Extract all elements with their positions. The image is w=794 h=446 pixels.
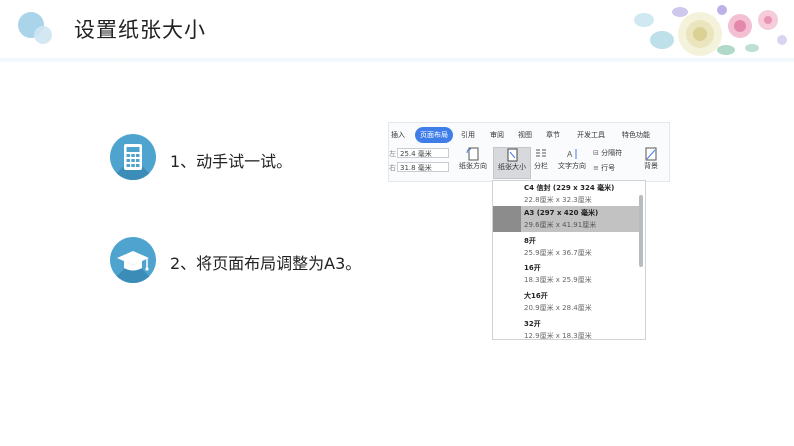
tab-view[interactable]: 视图 xyxy=(518,127,532,143)
paper-size-option-32k[interactable]: 32开 12.9厘米 x 18.3厘米 xyxy=(493,317,639,340)
calculator-icon xyxy=(124,144,142,170)
tab-page-layout[interactable]: 页面布局 xyxy=(415,127,453,143)
tab-insert[interactable]: 插入 xyxy=(391,127,405,143)
columns-icon xyxy=(536,149,546,157)
option-name: 16开 xyxy=(524,264,541,272)
paper-size-option-large-16k[interactable]: 大16开 20.9厘米 x 28.4厘米 xyxy=(493,289,639,315)
page-orientation-icon xyxy=(466,147,479,161)
selection-swatch xyxy=(493,206,521,232)
step-2-text: 2、将页面布局调整为A3。 xyxy=(170,254,362,273)
option-name: 8开 xyxy=(524,237,536,245)
background-label: 背景 xyxy=(644,162,658,170)
page-background-icon xyxy=(645,147,657,161)
option-size: 22.8厘米 x 32.3厘米 xyxy=(524,196,592,204)
margin-right-label: 右 xyxy=(389,164,396,172)
paper-size-option-c4[interactable]: C4 信封 (229 x 324 毫米) 22.8厘米 x 32.3厘米 xyxy=(493,181,639,207)
svg-text:A: A xyxy=(567,150,573,159)
step-2-badge xyxy=(110,237,156,283)
paper-size-option-16k[interactable]: 16开 18.3厘米 x 25.9厘米 xyxy=(493,261,639,287)
step-1-badge xyxy=(110,134,156,180)
paper-size-option-a3[interactable]: A3 (297 x 420 毫米) 29.6厘米 x 41.91厘米 xyxy=(493,206,639,232)
tab-chapter[interactable]: 章节 xyxy=(546,127,560,143)
option-size: 12.9厘米 x 18.3厘米 xyxy=(524,332,592,340)
option-size: 20.9厘米 x 28.4厘米 xyxy=(524,304,592,312)
separator-icon: ⊟ xyxy=(593,149,599,157)
tab-developer[interactable]: 开发工具 xyxy=(577,127,605,143)
tab-review[interactable]: 审阅 xyxy=(490,127,504,143)
line-number-button[interactable]: ≡ 行号 xyxy=(593,163,633,175)
paper-size-label: 纸张大小 xyxy=(498,163,526,171)
dropdown-scrollbar[interactable] xyxy=(639,195,643,267)
slide-title: 设置纸张大小 xyxy=(74,18,206,42)
separator-button[interactable]: ⊟ 分隔符 xyxy=(593,148,633,160)
option-name: C4 信封 (229 x 324 毫米) xyxy=(524,184,615,192)
line-number-label: 行号 xyxy=(601,164,616,172)
option-name: A3 (297 x 420 毫米) xyxy=(524,209,599,217)
ribbon-screenshot: 插入 页面布局 引用 审阅 视图 章节 开发工具 特色功能 左 25.4 毫米 … xyxy=(388,122,670,182)
background-button[interactable]: 背景 xyxy=(639,147,663,177)
step-1-text: 1、动手试一试。 xyxy=(170,152,293,171)
orientation-label: 纸张方向 xyxy=(459,162,487,170)
margin-right-field: 右 31.8 毫米 xyxy=(389,162,449,173)
tab-special[interactable]: 特色功能 xyxy=(622,127,650,143)
paper-size-option-8k[interactable]: 8开 25.9厘米 x 36.7厘米 xyxy=(493,234,639,260)
text-direction-label: 文字方向 xyxy=(558,162,586,170)
option-size: 18.3厘米 x 25.9厘米 xyxy=(524,276,592,284)
graduation-cap-icon xyxy=(117,251,149,271)
option-name: 大16开 xyxy=(524,292,548,300)
option-size: 29.6厘米 x 41.91厘米 xyxy=(524,221,597,229)
paper-size-icon xyxy=(507,148,518,162)
orientation-button[interactable]: 纸张方向 xyxy=(455,147,491,177)
text-direction-icon: A xyxy=(567,149,577,159)
option-name: 32开 xyxy=(524,320,541,328)
columns-button[interactable]: 分栏 xyxy=(531,147,551,177)
decor-bubble-small xyxy=(34,26,52,44)
paper-size-dropdown: C4 信封 (229 x 324 毫米) 22.8厘米 x 32.3厘米 A3 … xyxy=(492,180,646,340)
tab-references[interactable]: 引用 xyxy=(461,127,475,143)
text-direction-button[interactable]: A 文字方向 xyxy=(555,147,589,177)
line-number-icon: ≡ xyxy=(593,164,599,172)
margin-left-input[interactable]: 25.4 毫米 xyxy=(397,148,449,158)
paper-size-button[interactable]: 纸张大小 xyxy=(493,147,531,179)
margin-right-input[interactable]: 31.8 毫米 xyxy=(397,162,449,172)
ribbon-tabs: 插入 页面布局 引用 审阅 视图 章节 开发工具 特色功能 xyxy=(389,127,669,143)
floral-decoration xyxy=(634,5,787,56)
option-size: 25.9厘米 x 36.7厘米 xyxy=(524,249,592,257)
separator-label: 分隔符 xyxy=(601,149,623,157)
margin-left-field: 左 25.4 毫米 xyxy=(389,148,449,159)
margin-left-label: 左 xyxy=(389,150,396,158)
columns-label: 分栏 xyxy=(534,162,548,170)
